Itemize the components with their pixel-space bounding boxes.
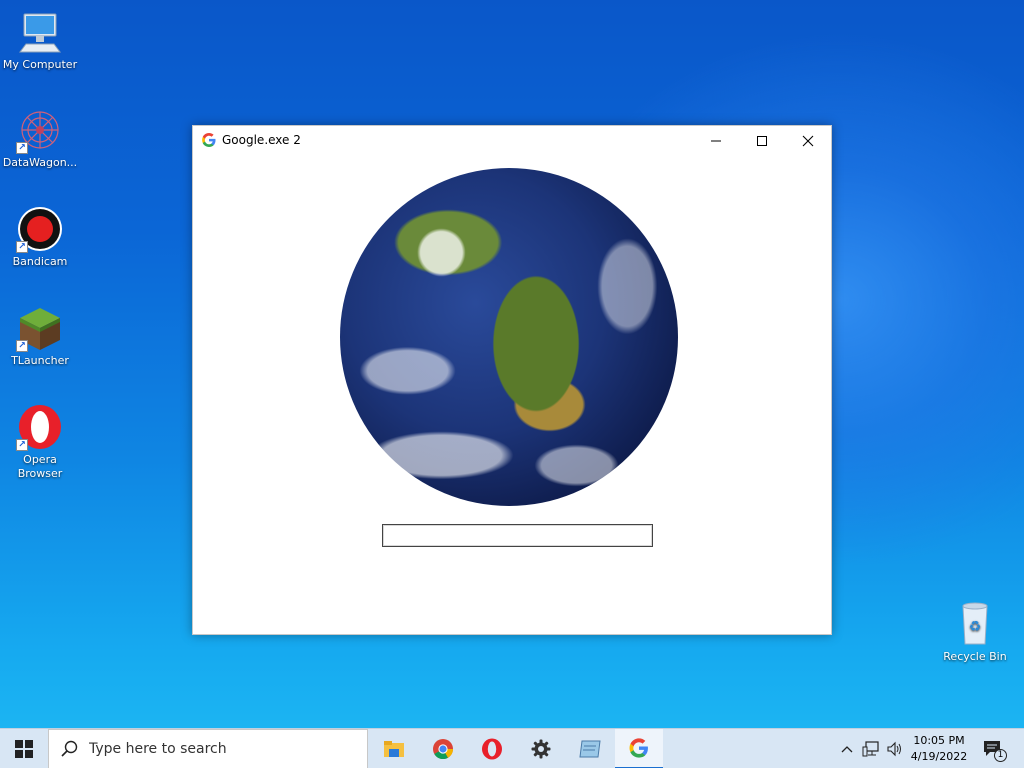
taskbar-settings[interactable]: [517, 729, 565, 768]
taskbar-search[interactable]: [48, 729, 368, 768]
chevron-up-icon: [841, 746, 853, 753]
opera-icon: [482, 738, 502, 760]
start-button[interactable]: [0, 729, 48, 768]
maximize-icon: [757, 136, 767, 146]
show-hidden-icons-button[interactable]: [838, 729, 856, 768]
google-g-icon: [201, 132, 217, 148]
desktop-icon-tlauncher[interactable]: ↗ TLauncher: [0, 304, 80, 368]
taskbar-opera[interactable]: [468, 729, 516, 768]
taskbar-google-exe[interactable]: [615, 729, 663, 768]
network-button[interactable]: [860, 729, 882, 768]
settings-gear-icon: [531, 739, 551, 759]
volume-button[interactable]: [884, 729, 906, 768]
opera-icon: ↗: [16, 403, 64, 451]
search-input[interactable]: [89, 741, 349, 757]
close-button[interactable]: [785, 126, 831, 156]
shortcut-arrow-icon: ↗: [16, 340, 28, 352]
shortcut-arrow-icon: ↗: [16, 142, 28, 154]
desktop-icon-datawagon[interactable]: ↗ DataWagon...: [0, 106, 80, 170]
windows-logo-icon: [15, 740, 33, 758]
window-title: Google.exe 2: [222, 133, 301, 147]
shortcut-arrow-icon: ↗: [16, 439, 28, 451]
taskbar-notepad[interactable]: [566, 729, 614, 768]
desktop-icon-label: My Computer: [2, 58, 78, 71]
svg-text:♻: ♻: [969, 619, 982, 635]
google-g-icon: [629, 738, 648, 758]
clock-time: 10:05 PM: [913, 734, 965, 747]
app-window[interactable]: Google.exe 2: [192, 125, 832, 635]
shortcut-arrow-icon: ↗: [16, 241, 28, 253]
desktop-icon-bandicam[interactable]: ↗ Bandicam: [0, 205, 80, 269]
desktop-icon-label: DataWagon...: [2, 156, 78, 169]
network-icon: [862, 741, 879, 757]
datawagon-icon: ↗: [16, 106, 64, 154]
recycle-bin-icon: ♻: [951, 600, 999, 648]
chrome-icon: [433, 739, 454, 760]
desktop-icon-label: Recycle Bin: [943, 650, 1007, 663]
desktop-icon-my-computer[interactable]: My Computer: [0, 8, 80, 72]
notepad-icon: [579, 740, 601, 758]
earth-globe-image: [340, 168, 678, 506]
file-explorer-icon: [384, 741, 404, 757]
text-input[interactable]: [382, 524, 653, 547]
taskbar-clock[interactable]: 10:05 PM 4/19/2022: [904, 733, 974, 765]
taskbar-file-explorer[interactable]: [370, 729, 418, 768]
minecraft-block-icon: ↗: [16, 304, 64, 352]
desktop-icon-label: Opera Browser: [17, 453, 63, 480]
action-center-button[interactable]: 1: [978, 729, 1008, 768]
search-icon: [49, 740, 89, 758]
minimize-button[interactable]: [693, 126, 739, 156]
clock-date: 4/19/2022: [910, 750, 968, 763]
close-icon: [802, 135, 814, 147]
taskbar-chrome[interactable]: [419, 729, 467, 768]
desktop-icon-recycle-bin[interactable]: ♻ Recycle Bin: [935, 600, 1015, 664]
desktop-icon-label: TLauncher: [11, 354, 69, 367]
bandicam-icon: ↗: [16, 205, 64, 253]
minimize-icon: [711, 140, 721, 142]
maximize-button[interactable]: [739, 126, 785, 156]
notification-badge: 1: [994, 749, 1007, 762]
desktop-icon-opera[interactable]: ↗ Opera Browser: [0, 403, 80, 481]
speaker-icon: [887, 741, 901, 757]
computer-icon: [16, 8, 64, 56]
taskbar: 10:05 PM 4/19/2022 1: [0, 728, 1024, 768]
desktop-icon-label: Bandicam: [12, 255, 68, 268]
window-titlebar[interactable]: Google.exe 2: [193, 126, 831, 156]
